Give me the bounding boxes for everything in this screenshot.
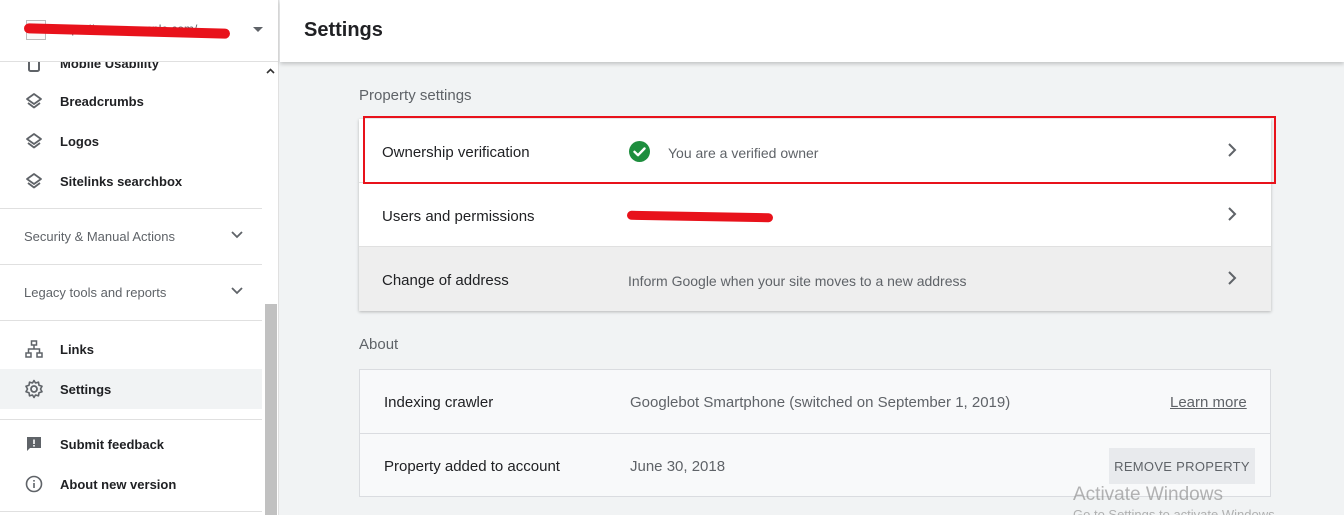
sidebar-item-label: Sitelinks searchbox bbox=[60, 173, 183, 189]
chevron-right-icon bbox=[1225, 206, 1239, 227]
divider bbox=[0, 320, 262, 321]
caret-down-icon bbox=[253, 27, 263, 32]
about-heading: About bbox=[359, 336, 399, 353]
sitemap-icon bbox=[24, 340, 44, 358]
sidebar-item-settings[interactable]: Settings bbox=[0, 369, 262, 409]
row-value: You are a verified owner bbox=[668, 145, 819, 161]
sidebar-item-label: Submit feedback bbox=[60, 436, 165, 452]
row-indexing-crawler: Indexing crawler Googlebot Smartphone (s… bbox=[360, 370, 1270, 434]
sidebar-item-about-new-version[interactable]: About new version bbox=[0, 464, 262, 504]
divider bbox=[0, 511, 262, 512]
row-value: June 30, 2018 bbox=[630, 458, 726, 475]
row-label: Ownership verification bbox=[382, 144, 530, 161]
row-value: Googlebot Smartphone (switched on Septem… bbox=[630, 394, 1011, 411]
windows-activation-subtext: Go to Settings to activate Windows. bbox=[1073, 507, 1279, 515]
sidebar-item-label: Logos bbox=[60, 133, 99, 149]
section-label: Security & Manual Actions bbox=[24, 229, 176, 244]
page-title: Settings bbox=[304, 19, 383, 41]
row-label: Indexing crawler bbox=[384, 394, 494, 411]
row-label: Users and permissions bbox=[382, 208, 535, 225]
section-legacy-tools[interactable]: Legacy tools and reports bbox=[0, 265, 262, 321]
chevron-right-icon bbox=[1225, 142, 1239, 163]
sidebar-item-label: About new version bbox=[60, 476, 177, 492]
property-selector[interactable]: https://www.example.com/ bbox=[0, 0, 278, 62]
property-settings-card: Ownership verification You are a verifie… bbox=[359, 119, 1271, 311]
sidebar-item-label: Links bbox=[60, 341, 94, 357]
sidebar-item-label: Breadcrumbs bbox=[60, 93, 144, 109]
sidebar-item-label: Settings bbox=[60, 381, 112, 397]
sidebar-item-sitelinks-searchbox[interactable]: Sitelinks searchbox bbox=[0, 161, 262, 201]
section-security-manual-actions[interactable]: Security & Manual Actions bbox=[0, 209, 262, 265]
row-ownership-verification[interactable]: Ownership verification You are a verifie… bbox=[359, 119, 1271, 183]
row-users-permissions[interactable]: Users and permissions bbox=[359, 183, 1271, 247]
nav-list: Mobile Usability Breadcrumbs Logos Sitel… bbox=[0, 54, 262, 515]
sidebar-item-links[interactable]: Links bbox=[0, 329, 262, 369]
property-settings-heading: Property settings bbox=[359, 87, 472, 104]
sidebar-item-submit-feedback[interactable]: Submit feedback bbox=[0, 424, 262, 464]
sidebar-scrollbar[interactable] bbox=[262, 62, 278, 515]
windows-activation-watermark: Activate Windows bbox=[1073, 484, 1223, 505]
feedback-icon bbox=[24, 435, 44, 453]
learn-more-link[interactable]: Learn more bbox=[1170, 394, 1247, 411]
layers-icon bbox=[24, 172, 44, 190]
scroll-thumb[interactable] bbox=[265, 304, 277, 515]
chevron-down-icon bbox=[230, 227, 244, 246]
section-label: Legacy tools and reports bbox=[24, 285, 167, 300]
row-label: Change of address bbox=[382, 272, 509, 289]
divider bbox=[0, 419, 262, 420]
check-circle-icon bbox=[629, 141, 650, 162]
layers-icon bbox=[24, 132, 44, 150]
info-icon bbox=[24, 475, 44, 493]
row-change-of-address[interactable]: Change of address Inform Google when you… bbox=[359, 247, 1271, 311]
remove-property-button[interactable]: REMOVE PROPERTY bbox=[1109, 448, 1255, 484]
row-label: Property added to account bbox=[384, 458, 560, 475]
sidebar-item-breadcrumbs[interactable]: Breadcrumbs bbox=[0, 81, 262, 121]
sidebar: Mobile Usability Breadcrumbs Logos Sitel… bbox=[0, 0, 279, 515]
layers-icon bbox=[24, 92, 44, 110]
scroll-up-arrow-icon[interactable] bbox=[266, 66, 275, 77]
gear-icon bbox=[24, 379, 44, 399]
chevron-down-icon bbox=[230, 283, 244, 302]
page-header: Settings bbox=[280, 0, 1344, 62]
row-value: Inform Google when your site moves to a … bbox=[628, 273, 967, 289]
chevron-right-icon bbox=[1225, 270, 1239, 291]
about-card: Indexing crawler Googlebot Smartphone (s… bbox=[359, 369, 1271, 497]
sidebar-item-logos[interactable]: Logos bbox=[0, 121, 262, 161]
